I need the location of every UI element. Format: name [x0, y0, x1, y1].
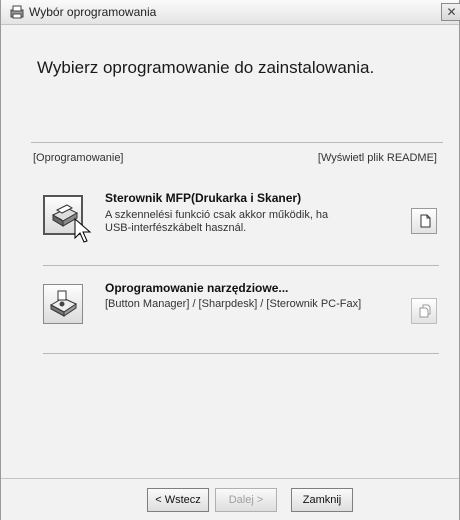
- utility-readme-button[interactable]: [411, 298, 437, 324]
- mfp-driver-title[interactable]: Sterownik MFP(Drukarka i Skaner): [105, 191, 301, 205]
- software-selection-window: Wybór oprogramowania ✕ Wybierz oprogramo…: [0, 0, 460, 520]
- readme-column-header: [Wyświetl plik README]: [317, 152, 437, 164]
- mfp-desc-line-2: USB-interfészkábelt használ.: [105, 222, 247, 234]
- mfp-desc-line-1: A szkennelési funkció csak akkor működik…: [105, 209, 329, 221]
- page-heading: Wybierz oprogramowanie do zainstalowania…: [37, 58, 375, 77]
- documents-icon: [419, 304, 431, 318]
- close-button[interactable]: Zamknij: [291, 488, 353, 512]
- divider-lower: [43, 353, 439, 354]
- setup-app-icon: [9, 4, 25, 20]
- divider-middle: [43, 265, 439, 266]
- utility-software-description: [Button Manager] / [Sharpdesk] / [Sterow…: [105, 298, 395, 311]
- divider-top: [31, 142, 443, 143]
- mouse-cursor-icon: [74, 217, 92, 249]
- mfp-readme-button[interactable]: [411, 208, 437, 234]
- divider-bottom: [1, 478, 459, 479]
- back-button[interactable]: < Wstecz: [147, 488, 209, 512]
- window-title: Wybór oprogramowania: [29, 5, 157, 19]
- next-button[interactable]: Dalej >: [215, 488, 277, 512]
- mfp-driver-description: A szkennelési funkció csak akkor működik…: [105, 209, 375, 235]
- utility-software-title[interactable]: Oprogramowanie narzędziowe...: [105, 281, 288, 295]
- utility-software-icon: [49, 290, 78, 317]
- title-bar[interactable]: Wybór oprogramowania ✕: [1, 0, 460, 25]
- document-icon: [420, 214, 431, 228]
- software-column-header: [Oprogramowanie]: [33, 152, 124, 164]
- utility-desc-line-1: [Button Manager] / [Sharpdesk] / [Sterow…: [105, 298, 362, 310]
- install-utility-software-button[interactable]: [43, 284, 83, 324]
- window-close-button[interactable]: ✕: [441, 3, 460, 21]
